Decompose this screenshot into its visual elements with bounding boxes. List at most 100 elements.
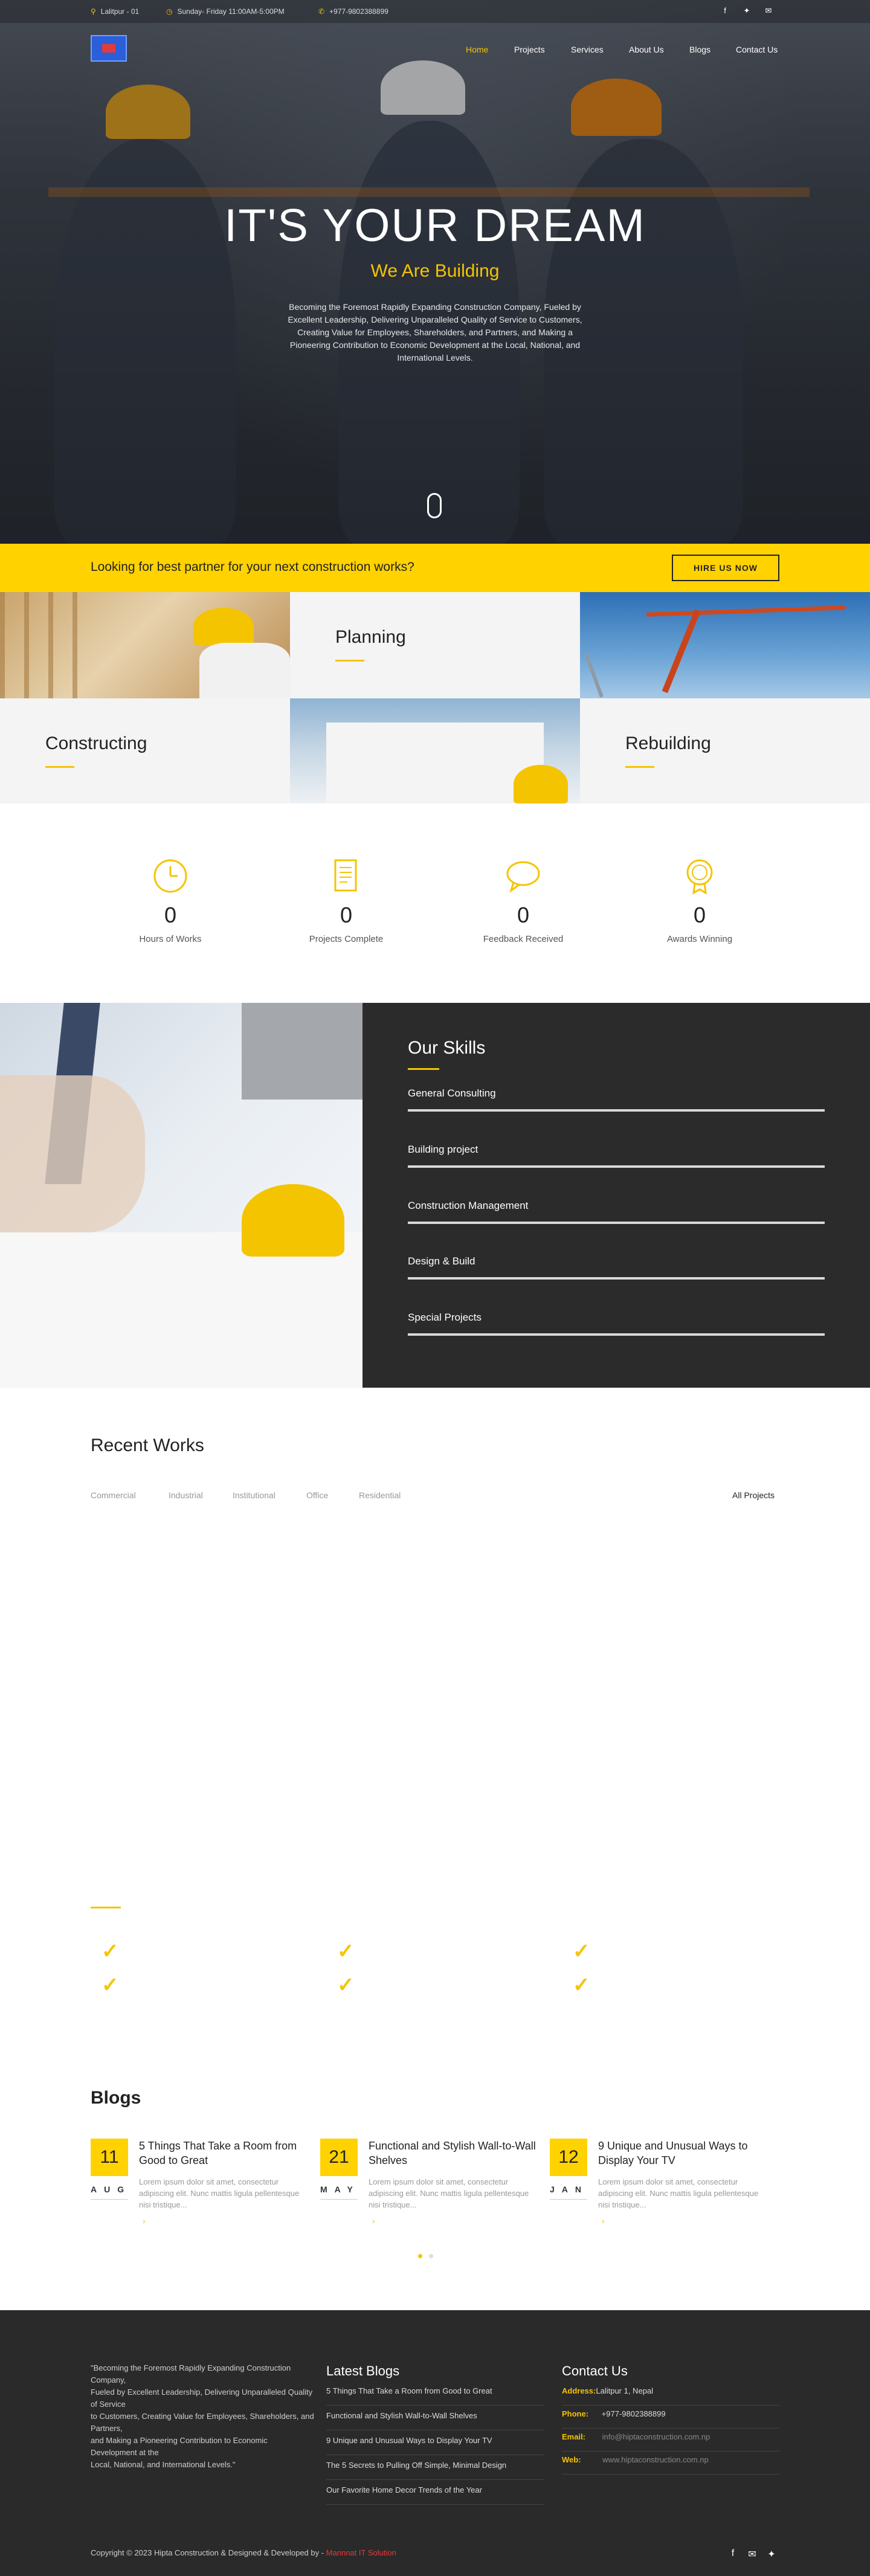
blog-card[interactable]: 21 MAY Functional and Stylish Wall-to-Wa… (320, 2139, 544, 2247)
footer-blog-link[interactable]: The 5 Secrets to Pulling Off Simple, Min… (326, 2461, 544, 2480)
twitter-icon[interactable]: ✦ (742, 6, 752, 16)
skill-label: Construction Management (408, 1200, 529, 1211)
footer-blog-link[interactable]: 9 Unique and Unusual Ways to Display You… (326, 2436, 544, 2455)
carousel-dot[interactable] (429, 2254, 433, 2258)
facebook-icon[interactable]: f (720, 6, 730, 15)
service-title-constructing: Constructing (45, 733, 147, 753)
service-title-planning: Planning (335, 627, 406, 647)
recent-works-title: Recent Works (91, 1435, 204, 1455)
skill-building-project: Building project (408, 1144, 825, 1168)
scroll-down-icon[interactable] (427, 493, 442, 518)
footer-contact-web[interactable]: Web: www.hiptaconstruction.com.np (562, 2455, 779, 2475)
skill-label: Design & Build (408, 1255, 475, 1267)
service-underline (335, 660, 364, 662)
footer-blog-link[interactable]: 5 Things That Take a Room from Good to G… (326, 2386, 544, 2406)
check-icon: ✓ (102, 1940, 119, 1963)
contact-value[interactable]: info@hiptaconstruction.com.np (602, 2432, 710, 2441)
page: ⚲ Lalitpur - 01 ◷ Sunday- Friday 11:00AM… (0, 0, 870, 2576)
blog-title[interactable]: 9 Unique and Unusual Ways to Display You… (598, 2139, 773, 2168)
blog-date-line (550, 2199, 587, 2200)
nav-about-us[interactable]: About Us (629, 45, 664, 54)
filter-residential[interactable]: Residential (359, 1490, 401, 1500)
logo-mark (102, 44, 115, 53)
footer-blog-link[interactable]: Functional and Stylish Wall-to-Wall Shel… (326, 2411, 544, 2430)
blogs-title: Blogs (91, 2088, 141, 2108)
counter-feedback: 0 Feedback Received (463, 858, 584, 944)
counter-projects: 0 Projects Complete (286, 858, 407, 944)
footer-contact-title: Contact Us (562, 2363, 628, 2378)
nav-blogs[interactable]: Blogs (689, 45, 710, 54)
contact-key: Web: (562, 2455, 581, 2464)
carousel-dot-active[interactable] (418, 2254, 422, 2258)
skills-title: Our Skills (408, 1038, 486, 1058)
service-box-rebuilding[interactable]: Rebuilding (580, 698, 870, 803)
skill-label: Building project (408, 1144, 478, 1155)
check-icon: ✓ (573, 1940, 590, 1963)
footer-blog-link[interactable]: Our Favorite Home Decor Trends of the Ye… (326, 2485, 544, 2505)
nav-services[interactable]: Services (571, 45, 604, 54)
counter-label: Projects Complete (309, 934, 384, 944)
footer-contact-phone[interactable]: Phone: +977-9802388899 (562, 2409, 779, 2429)
service-box-planning[interactable]: Planning (290, 592, 580, 698)
topbar-phone[interactable]: ✆ +977-9802388899 (318, 7, 388, 16)
facebook-icon[interactable]: f (727, 2548, 738, 2559)
phone-icon: ✆ (318, 7, 325, 16)
contact-value[interactable]: +977-9802388899 (602, 2409, 666, 2418)
topbar-phone-text[interactable]: +977-9802388899 (329, 7, 388, 16)
service-box-constructing[interactable]: Constructing (0, 698, 290, 803)
filter-commercial[interactable]: Commercial (91, 1490, 136, 1500)
logo[interactable] (91, 35, 127, 62)
service-title-rebuilding: Rebuilding (625, 733, 711, 753)
skill-special-projects: Special Projects (408, 1312, 825, 1336)
service-image-crane (580, 592, 870, 698)
filter-office[interactable]: Office (306, 1490, 328, 1500)
nav-projects[interactable]: Projects (514, 45, 545, 54)
blog-excerpt: Lorem ipsum dolor sit amet, consectetur … (598, 2177, 759, 2209)
envelope-icon[interactable]: ✉ (747, 2548, 758, 2560)
section-underline (91, 1907, 121, 1908)
image-crane-pole (584, 653, 604, 698)
footer-contact-email[interactable]: Email: info@hiptaconstruction.com.np (562, 2432, 779, 2452)
service-image-planning-worker (0, 592, 290, 698)
blog-card[interactable]: 11 AUG 5 Things That Take a Room from Go… (91, 2139, 314, 2247)
topbar-hours: ◷ Sunday- Friday 11:00AM-5:00PM (166, 7, 285, 16)
blog-date-line (91, 2199, 128, 2200)
counter-label: Feedback Received (483, 934, 564, 944)
envelope-icon[interactable]: ✉ (764, 6, 773, 16)
topbar-location: ⚲ Lalitpur - 01 (91, 7, 139, 16)
footer-copyright: Copyright © 2023 Hipta Construction & De… (91, 2548, 396, 2557)
topbar-location-text: Lalitpur - 01 (100, 7, 140, 16)
filter-institutional[interactable]: Institutional (233, 1490, 276, 1500)
blog-title[interactable]: Functional and Stylish Wall-to-Wall Shel… (369, 2139, 544, 2168)
blog-date-line (320, 2199, 358, 2200)
blog-card[interactable]: 12 JAN 9 Unique and Unusual Ways to Disp… (550, 2139, 773, 2247)
read-more-arrow-icon[interactable]: › (372, 2216, 375, 2226)
read-more-arrow-icon[interactable]: › (143, 2216, 146, 2226)
developer-link[interactable]: Mannnat IT Solution (326, 2548, 396, 2557)
skill-construction-management: Construction Management (408, 1200, 825, 1224)
contact-value[interactable]: www.hiptaconstruction.com.np (602, 2455, 709, 2464)
top-bar: ⚲ Lalitpur - 01 ◷ Sunday- Friday 11:00AM… (0, 0, 870, 23)
footer-about-text: "Becoming the Foremost Rapidly Expanding… (91, 2363, 314, 2469)
image-helmet (514, 765, 568, 803)
skill-bar (408, 1109, 825, 1112)
counter-value: 0 (340, 903, 353, 927)
nav-contact-us[interactable]: Contact Us (736, 45, 778, 54)
read-more-arrow-icon[interactable]: › (602, 2216, 605, 2226)
footer-latest-blogs-title: Latest Blogs (326, 2363, 400, 2378)
image-helmet (193, 608, 254, 645)
twitter-icon[interactable]: ✦ (766, 2548, 777, 2560)
nav-home[interactable]: Home (466, 45, 488, 54)
skill-label: General Consulting (408, 1087, 496, 1099)
filter-industrial[interactable]: Industrial (169, 1490, 203, 1500)
hire-us-button[interactable]: HIRE US NOW (672, 555, 779, 581)
blog-title[interactable]: 5 Things That Take a Room from Good to G… (139, 2139, 314, 2168)
topbar-hours-text: Sunday- Friday 11:00AM-5:00PM (177, 7, 285, 16)
image-shirt (199, 643, 290, 698)
counter-value: 0 (517, 903, 530, 927)
all-projects-link[interactable]: All Projects (732, 1490, 775, 1500)
hero-description: Becoming the Foremost Rapidly Expanding … (288, 302, 582, 362)
skills-panel: Our Skills General Consulting Building p… (362, 1003, 870, 1388)
image-crane-mast (662, 609, 701, 694)
skills-underline (408, 1068, 439, 1070)
